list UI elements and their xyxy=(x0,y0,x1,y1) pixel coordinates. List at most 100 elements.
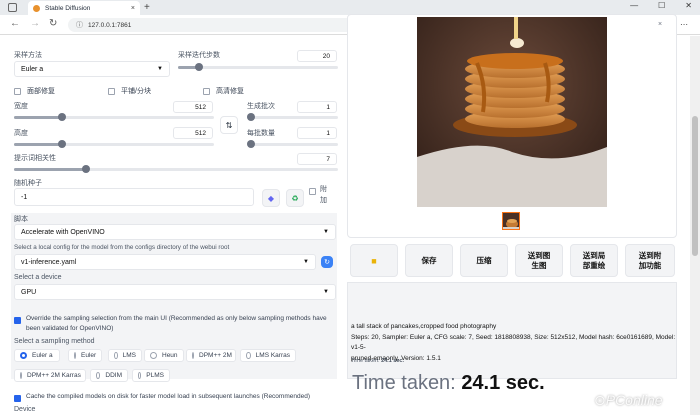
checkbox-box[interactable] xyxy=(203,87,210,95)
width-slider[interactable] xyxy=(14,113,214,121)
open-folder-button[interactable]: ■ xyxy=(350,244,398,277)
sampling-method-option[interactable]: Euler a xyxy=(14,349,60,362)
tab-actions-icon[interactable] xyxy=(8,3,17,12)
hires-fix-checkbox[interactable]: 高清修复 xyxy=(203,86,244,96)
forward-icon[interactable]: → xyxy=(30,18,40,29)
send-to-extras-button[interactable]: 送到附 加功能 xyxy=(625,244,675,277)
radio-dot[interactable] xyxy=(20,372,22,379)
refresh-icon: ↻ xyxy=(324,259,330,266)
tiling-checkbox[interactable]: 平铺/分块 xyxy=(108,86,151,96)
sampling-method-option[interactable]: Euler xyxy=(68,349,102,362)
tab-close-icon[interactable]: × xyxy=(131,5,135,12)
override-label: Override the sampling selection from the… xyxy=(26,315,327,332)
new-tab-button[interactable]: + xyxy=(144,2,150,13)
height-slider-handle[interactable] xyxy=(58,140,66,148)
page-scrollbar[interactable] xyxy=(690,36,700,415)
config-select[interactable]: v1-inference.yaml ▼ xyxy=(14,254,316,270)
more-icon[interactable]: ⋯ xyxy=(680,20,688,29)
steps-input[interactable]: 20 xyxy=(297,50,337,62)
sampling-method-option[interactable]: DDIM xyxy=(90,369,128,382)
height-slider[interactable] xyxy=(14,140,214,148)
cfg-slider[interactable] xyxy=(14,165,338,173)
width-slider-handle[interactable] xyxy=(58,113,66,121)
browser-tab[interactable]: Stable Diffusion × xyxy=(28,1,140,15)
radio-dot[interactable] xyxy=(246,352,251,359)
reload-icon[interactable]: ↻ xyxy=(49,18,57,29)
sampling-method-option[interactable]: PLMS xyxy=(132,369,170,382)
device-label: Select a device xyxy=(14,274,62,281)
batch-count-slider-handle[interactable] xyxy=(247,113,255,121)
chevron-down-icon: ▼ xyxy=(303,259,309,265)
radio-dot[interactable] xyxy=(138,372,142,379)
device-select[interactable]: GPU ▼ xyxy=(14,284,336,300)
send-to-img2img-label-2: 生图 xyxy=(531,260,547,270)
swap-dimensions-button[interactable]: ⇅ xyxy=(220,116,238,134)
sampler-select[interactable]: Euler a ▼ xyxy=(14,61,170,77)
width-input[interactable]: 512 xyxy=(173,101,213,113)
radio-dot[interactable] xyxy=(74,352,76,359)
restore-faces-checkbox[interactable]: 面部修复 xyxy=(14,86,55,96)
batch-count-slider[interactable] xyxy=(247,113,338,121)
radio-dot[interactable] xyxy=(20,352,27,359)
time-taken-label: Time taken: xyxy=(352,372,456,394)
params-line-1: Steps: 20, Sampler: Euler a, CFG scale: … xyxy=(351,333,676,352)
back-icon[interactable]: ← xyxy=(10,18,20,29)
steps-slider[interactable] xyxy=(178,63,338,71)
radio-dot[interactable] xyxy=(192,352,194,359)
send-to-extras-label-2: 加功能 xyxy=(638,260,662,270)
batch-size-slider[interactable] xyxy=(247,140,338,148)
save-button[interactable]: 保存 xyxy=(405,244,453,277)
time-taken: Time taken: 24.1 sec. xyxy=(352,372,545,395)
steps-slider-handle[interactable] xyxy=(194,63,203,71)
sampling-method-option[interactable]: LMS Karras xyxy=(240,349,296,362)
random-seed-button[interactable]: ◆ xyxy=(262,189,280,207)
sampling-method-label: Heun xyxy=(162,352,178,359)
sampling-method-option[interactable]: Heun xyxy=(144,349,184,362)
sampling-method-option[interactable]: LMS xyxy=(108,349,142,362)
send-to-inpaint-button[interactable]: 送到局 部重绘 xyxy=(570,244,618,277)
radio-dot[interactable] xyxy=(96,372,101,379)
scrollbar-thumb[interactable] xyxy=(692,116,698,256)
checkbox-box-checked[interactable] xyxy=(14,395,21,402)
send-to-extras-label-1: 送到附 xyxy=(638,250,662,260)
height-input[interactable]: 512 xyxy=(173,127,213,139)
seed-input[interactable]: -1 xyxy=(14,188,254,206)
sampling-method-label: LMS Karras xyxy=(255,352,290,359)
cfg-slider-handle[interactable] xyxy=(82,165,90,173)
sampling-method-option[interactable]: DPM++ 2M xyxy=(186,349,236,362)
sampler-value: Euler a xyxy=(21,65,44,73)
zip-button[interactable]: 压缩 xyxy=(460,244,508,277)
radio-dot[interactable] xyxy=(150,352,157,359)
batch-size-slider-handle[interactable] xyxy=(247,140,255,148)
time-small: Time taken: 24.1 sec. xyxy=(351,356,404,367)
generated-image[interactable] xyxy=(417,17,607,207)
time-small-label: Time taken: xyxy=(351,358,380,364)
sampling-method-option[interactable]: DPM++ 2M Karras xyxy=(14,369,86,382)
checkbox-box-checked[interactable] xyxy=(14,317,21,324)
minimize-icon[interactable]: — xyxy=(630,1,638,10)
radio-dot[interactable] xyxy=(114,352,118,359)
width-label: 宽度 xyxy=(14,103,28,110)
info-icon[interactable]: ⓘ xyxy=(76,20,83,30)
maximize-icon[interactable]: ☐ xyxy=(658,1,665,10)
reuse-seed-button[interactable]: ♻ xyxy=(286,189,304,207)
gallery-thumbnail[interactable] xyxy=(502,212,520,230)
window-controls: — ☐ ✕ xyxy=(630,1,692,10)
close-image-icon[interactable]: × xyxy=(658,21,662,28)
send-to-inpaint-label-2: 部重绘 xyxy=(582,260,606,270)
chevron-down-icon: ▼ xyxy=(323,289,329,295)
width-slider-fill xyxy=(14,116,62,119)
send-to-img2img-button[interactable]: 送到图 生图 xyxy=(515,244,563,277)
checkbox-box[interactable] xyxy=(108,87,115,95)
checkbox-box[interactable] xyxy=(14,87,21,95)
batch-size-label: 每批数量 xyxy=(247,130,275,137)
refresh-config-button[interactable]: ↻ xyxy=(321,256,333,268)
batch-size-input[interactable]: 1 xyxy=(297,127,337,139)
cfg-input[interactable]: 7 xyxy=(297,153,337,165)
checkbox-box[interactable] xyxy=(309,188,316,195)
batch-count-input[interactable]: 1 xyxy=(297,101,337,113)
restore-faces-label: 面部修复 xyxy=(27,88,55,95)
window-close-icon[interactable]: ✕ xyxy=(685,1,692,10)
script-select[interactable]: Accelerate with OpenVINO ▼ xyxy=(14,224,336,240)
cfg-label: 提示词相关性 xyxy=(14,155,56,162)
